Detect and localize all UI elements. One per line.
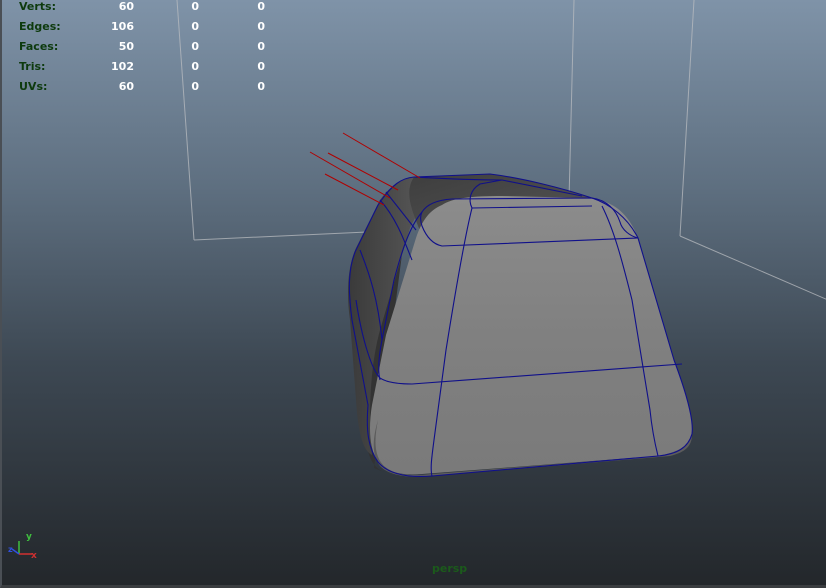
hud-label: Verts: xyxy=(19,0,57,13)
hud-value: 50 xyxy=(118,40,134,53)
hud-value: 0 xyxy=(191,20,199,33)
hud-value: 0 xyxy=(257,20,265,33)
hud-label: Edges: xyxy=(19,20,61,33)
hud-row-tris: Tris: 102 0 0 xyxy=(2,60,302,74)
hud-label: Tris: xyxy=(19,60,46,73)
hud-value: 102 xyxy=(111,60,134,73)
hud-value: 0 xyxy=(191,60,199,73)
hud-value: 0 xyxy=(257,80,265,93)
hud-value: 60 xyxy=(118,0,134,13)
mesh-object[interactable] xyxy=(309,132,693,478)
hud-value: 0 xyxy=(191,0,199,13)
hud-value: 106 xyxy=(111,20,134,33)
hud-row-edges: Edges: 106 0 0 xyxy=(2,20,302,34)
hud-row-uvs: UVs: 60 0 0 xyxy=(2,80,302,94)
hud-value: 0 xyxy=(257,60,265,73)
camera-name-label: persp xyxy=(432,562,468,575)
axis-z-label: z xyxy=(8,545,13,554)
hud-value: 60 xyxy=(118,80,134,93)
axis-x-label: x xyxy=(31,551,37,561)
axis-gizmo: y x z xyxy=(8,532,37,561)
mesh-front-face xyxy=(370,196,693,475)
hud-label: Faces: xyxy=(19,40,59,53)
3d-viewport[interactable]: Verts: 60 0 0 Edges: 106 0 0 Faces: 50 0… xyxy=(0,0,826,588)
axis-y-label: y xyxy=(26,532,32,542)
hud-row-faces: Faces: 50 0 0 xyxy=(2,40,302,54)
hud-value: 0 xyxy=(191,80,199,93)
hud-value: 0 xyxy=(191,40,199,53)
hud-label: UVs: xyxy=(19,80,48,93)
hud-value: 0 xyxy=(257,40,265,53)
hud-value: 0 xyxy=(257,0,265,13)
hud-row-verts: Verts: 60 0 0 xyxy=(2,0,302,14)
